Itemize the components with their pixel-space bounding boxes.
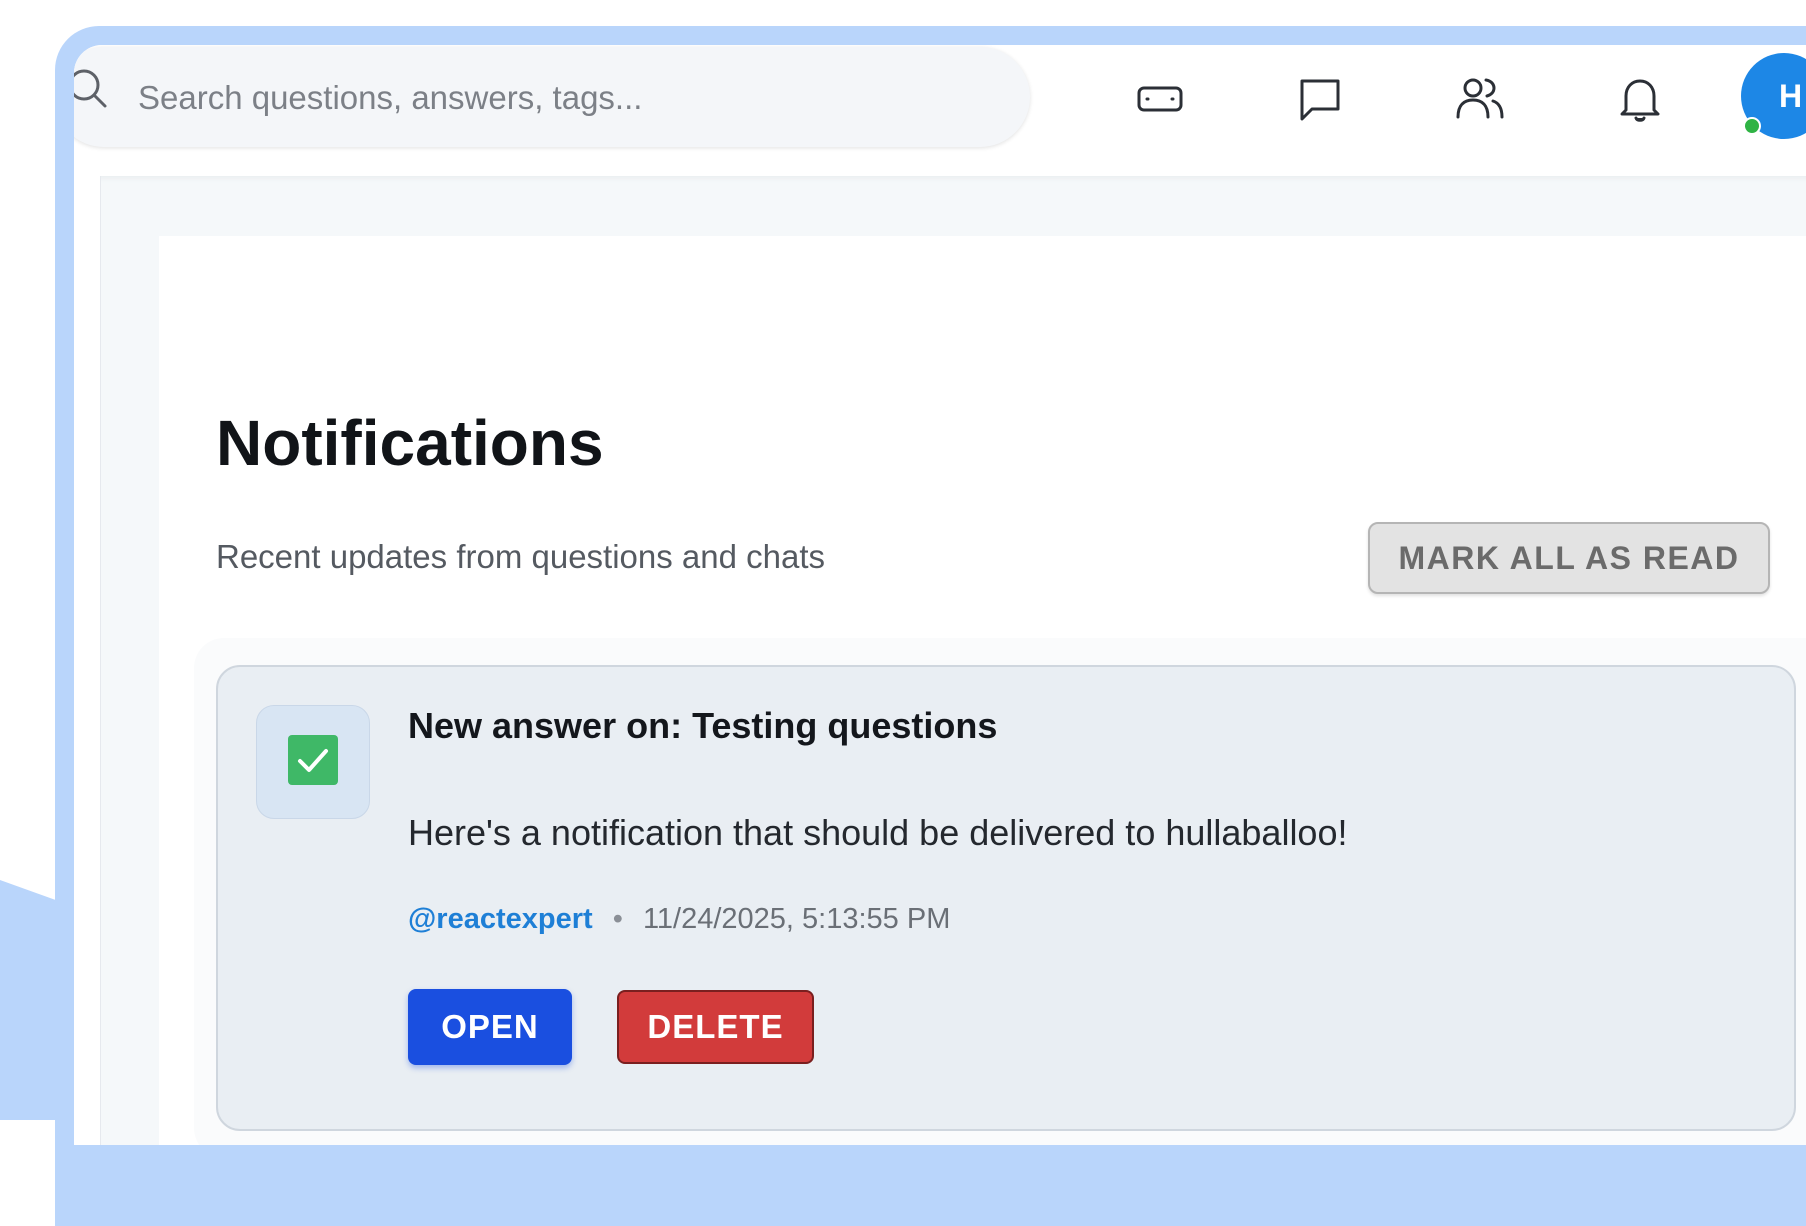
users-icon [1453, 75, 1507, 128]
check-icon [287, 734, 339, 791]
users-button[interactable] [1452, 73, 1508, 129]
app-window: H Notifications Recent updates from ques… [74, 45, 1806, 1145]
main-content: Notifications Recent updates from questi… [159, 236, 1806, 1145]
notification-message: Here's a notification that should be del… [408, 812, 1348, 853]
notification-meta: @reactexpert • 11/24/2025, 5:13:55 PM [408, 903, 950, 936]
delete-button[interactable]: DELETE [617, 990, 814, 1064]
keyboard-button[interactable] [1132, 73, 1188, 129]
search-bar[interactable] [74, 47, 1030, 147]
author-link[interactable]: @reactexpert [408, 903, 593, 935]
messages-button[interactable] [1292, 73, 1348, 129]
mark-all-read-button[interactable]: MARK ALL AS READ [1368, 522, 1770, 594]
top-bar: H [74, 45, 1806, 176]
notifications-button[interactable] [1612, 73, 1668, 129]
avatar-initial: H [1779, 77, 1803, 114]
page-title: Notifications [216, 407, 604, 479]
sidebar-rail [74, 176, 101, 1145]
meta-separator: • [612, 903, 623, 935]
online-status-indicator [1743, 117, 1761, 135]
open-button[interactable]: OPEN [408, 989, 572, 1065]
search-input[interactable] [136, 75, 960, 121]
background-shape [0, 880, 80, 1120]
page-subtitle: Recent updates from questions and chats [216, 538, 826, 575]
keyboard-icon [1136, 84, 1184, 119]
bell-icon [1618, 74, 1662, 129]
notification-title: New answer on: Testing questions [408, 705, 998, 746]
notification-card[interactable]: New answer on: Testing questions Here's … [216, 665, 1796, 1131]
notification-timestamp: 11/24/2025, 5:13:55 PM [642, 903, 951, 935]
chat-icon [1296, 75, 1344, 128]
search-icon [74, 66, 109, 110]
notification-icon-box [256, 705, 370, 819]
